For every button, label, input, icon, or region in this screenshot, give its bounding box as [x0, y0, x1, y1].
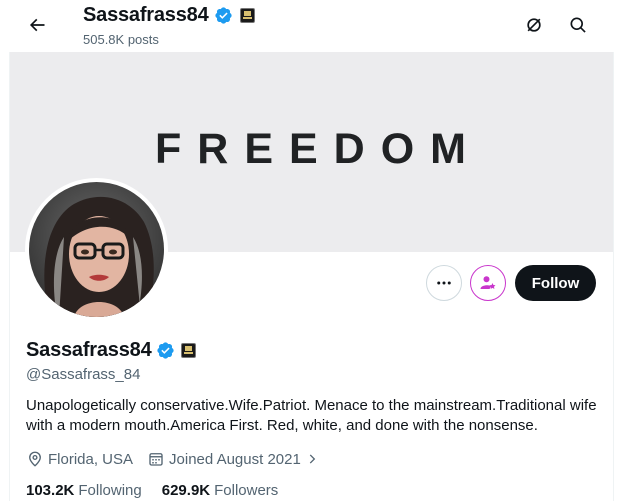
banner-text: FREEDOM	[155, 125, 482, 173]
joined-item[interactable]: Joined August 2021	[147, 450, 319, 468]
affiliation-badge-icon[interactable]	[180, 343, 196, 358]
follow-stats: 103.2K Following 629.9K Followers	[26, 482, 298, 499]
profile-name-row: Sassafrass84	[26, 339, 196, 362]
header-title-row: Sassafrass84	[83, 4, 255, 27]
avatar-photo	[29, 182, 164, 317]
posts-count: 505.8K posts	[83, 32, 159, 47]
grok-toggle-button[interactable]	[517, 8, 551, 42]
following-count: 103.2K	[26, 482, 75, 499]
joined-text: Joined August 2021	[169, 450, 301, 468]
location-text: Florida, USA	[48, 450, 134, 468]
affiliation-logo-icon	[242, 11, 252, 19]
search-button[interactable]	[561, 8, 595, 42]
location-pin-icon	[29, 451, 41, 467]
profile-header-bar: Sassafrass84 505.8K posts	[0, 0, 625, 52]
profile-meta: Florida, USA Joined August 2021	[26, 450, 333, 468]
back-button[interactable]	[20, 8, 54, 42]
followers-link[interactable]: 629.9K Followers	[162, 482, 279, 499]
verified-badge-icon[interactable]	[156, 341, 175, 360]
verified-badge-icon	[214, 7, 232, 24]
following-label: Following	[78, 482, 142, 499]
followers-label: Followers	[214, 482, 279, 499]
profile-bio: Unapologetically conservative.Wife.Patri…	[26, 397, 597, 434]
chevron-right-icon	[309, 454, 316, 464]
followers-count: 629.9K	[161, 482, 211, 499]
subscribe-button[interactable]	[470, 265, 506, 301]
more-options-button[interactable]	[426, 265, 462, 301]
calendar-icon	[149, 453, 163, 466]
avatar[interactable]	[25, 178, 168, 321]
affiliation-logo-icon	[183, 346, 193, 354]
following-link[interactable]: 103.2K Following	[26, 482, 142, 499]
affiliation-badge-icon[interactable]	[239, 8, 255, 23]
more-horizontal-icon	[437, 281, 451, 285]
search-icon	[570, 17, 586, 33]
circle-slash-icon	[527, 18, 541, 32]
location-item: Florida, USA	[26, 450, 133, 468]
header-title: Sassafrass84	[83, 4, 209, 26]
person-star-icon	[480, 276, 496, 289]
follow-button[interactable]: Follow	[515, 265, 596, 301]
display-name: Sassafrass84	[26, 339, 152, 361]
arrow-left-icon	[29, 18, 45, 32]
profile-handle: @Sassafrass_84	[26, 366, 141, 383]
